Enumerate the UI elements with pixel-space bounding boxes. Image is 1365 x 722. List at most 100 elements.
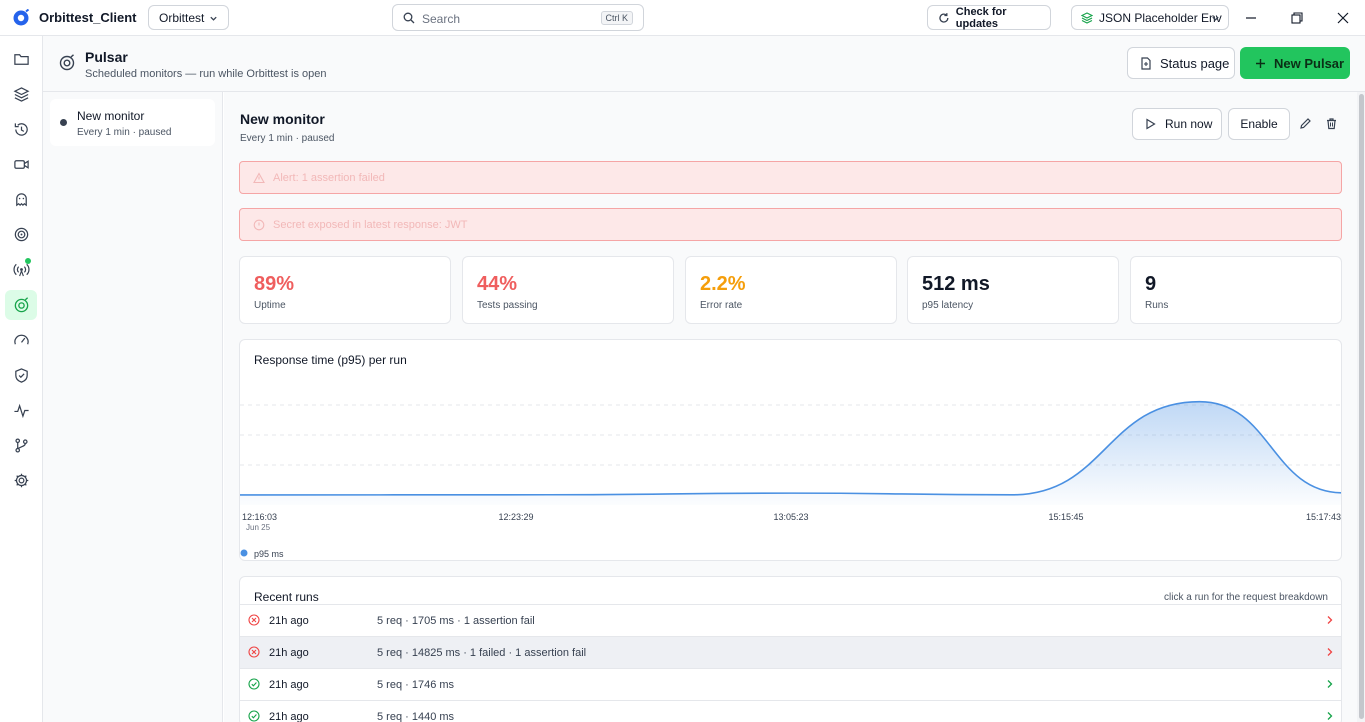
sidebar-item-history[interactable] — [5, 114, 37, 144]
recent-runs: Recent runs click a run for the request … — [239, 576, 1342, 722]
sidebar-item-performance[interactable] — [5, 325, 37, 355]
x-tick-sublabel: Jun 25 — [246, 523, 271, 532]
x-tick-label: 15:17:43 — [1306, 512, 1341, 522]
x-tick-label: 12:16:03 — [242, 512, 277, 522]
x-tick-label: 13:05:23 — [773, 512, 808, 522]
sidebar-item-git[interactable] — [5, 430, 37, 460]
table-row[interactable]: 21h ago 5 req · 1440 ms — [240, 700, 1341, 722]
sidebar-item-settings[interactable] — [5, 465, 37, 495]
recent-runs-hint: click a run for the request breakdown — [1164, 592, 1328, 603]
sidebar-item-recordings[interactable] — [5, 149, 37, 179]
sidebar-item-realtime[interactable] — [5, 254, 37, 284]
search-box[interactable]: Search Ctrl K — [392, 4, 644, 31]
table-row[interactable]: 21h ago 5 req · 1746 ms — [240, 668, 1341, 700]
monitor-detail: New monitor Every 1 min · paused Run now… — [224, 92, 1357, 722]
settings-icon — [14, 473, 28, 487]
sidebar-item-mocks[interactable] — [5, 184, 37, 214]
run-details: 5 req · 14825 ms · 1 failed · 1 assertio… — [377, 647, 587, 659]
check-updates-label: Check for updates — [955, 5, 1007, 30]
enable-button[interactable]: Enable — [1228, 108, 1290, 140]
monitor-list-item[interactable]: New monitor Every 1 min · paused — [50, 99, 215, 146]
status-page-label: Status page — [1160, 55, 1230, 71]
kpi-p95-latency: 512 ms p95 latency — [907, 256, 1119, 324]
environment-name: JSON Placeholder Env — [1099, 10, 1222, 25]
sidebar-item-security[interactable] — [5, 360, 37, 390]
video-icon — [13, 159, 29, 169]
legend-marker — [240, 549, 248, 557]
layers-icon — [1081, 11, 1093, 24]
environment-select[interactable]: JSON Placeholder Env — [1071, 5, 1229, 30]
plus-icon — [1256, 58, 1265, 68]
kpi-label: Uptime — [254, 300, 286, 311]
run-time-ago: 21h ago — [269, 615, 309, 627]
chevron-right-icon — [1327, 648, 1333, 656]
check-updates-button[interactable]: Check for updates — [927, 5, 1051, 30]
sidebar-item-targets[interactable] — [5, 219, 37, 249]
sidebar-item-collections[interactable] — [5, 44, 37, 74]
folder-icon — [13, 53, 29, 65]
orbittest-logo-icon — [13, 9, 30, 26]
chevron-right-icon — [1327, 616, 1333, 624]
sidebar-item-layers[interactable] — [5, 79, 37, 109]
sidebar-rail — [0, 36, 43, 722]
workspace-select[interactable]: Orbittest — [148, 5, 229, 30]
search-placeholder: Search — [422, 12, 461, 26]
chart-canvas: 12:16:03Jun 25 12:23:29 13:05:23 15:15:45 15… — [240, 400, 1341, 559]
sidebar-item-activity[interactable] — [5, 395, 37, 425]
chevron-down-icon — [210, 16, 217, 21]
status-page-button[interactable]: Status page — [1127, 47, 1235, 79]
kpi-tests-passing: 44% Tests passing — [462, 256, 674, 324]
kpi-label: p95 latency — [922, 300, 974, 311]
history-icon — [14, 122, 28, 136]
minimize-icon[interactable] — [1243, 10, 1259, 26]
pass-status-icon — [248, 710, 260, 722]
x-tick-label: 15:15:45 — [1048, 512, 1083, 522]
new-pulsar-label: New Pulsar — [1274, 55, 1345, 71]
refresh-icon — [939, 12, 949, 23]
run-time-ago: 21h ago — [269, 647, 309, 659]
pencil-icon[interactable] — [1299, 117, 1312, 130]
kpi-label: Tests passing — [477, 300, 538, 311]
new-pulsar-button[interactable]: New Pulsar — [1240, 47, 1350, 79]
sidebar-item-pulsar[interactable] — [5, 290, 37, 320]
run-time-ago: 21h ago — [269, 679, 309, 691]
scrollbar-thumb[interactable] — [1359, 94, 1364, 719]
chevron-right-icon — [1327, 712, 1333, 720]
run-now-button[interactable]: Run now — [1132, 108, 1222, 140]
secret-alert: Secret exposed in latest response: JWT — [239, 208, 1342, 241]
fail-status-icon — [248, 646, 260, 661]
monitor-subtitle: Every 1 min · paused — [240, 133, 335, 144]
page-header: Pulsar Scheduled monitors — run while Or… — [43, 36, 1365, 92]
table-row[interactable]: 21h ago 5 req · 14825 ms · 1 failed · 1 a… — [240, 636, 1341, 668]
layers-icon — [13, 86, 29, 102]
chevron-down-icon — [1212, 16, 1219, 21]
git-branch-icon — [14, 437, 28, 453]
monitor-title: New monitor — [240, 111, 325, 127]
ghost-icon — [15, 192, 27, 206]
response-time-chart: Response time (p95) per run 12:16:03 Jun … — [239, 339, 1342, 561]
kpi-value: 44% — [477, 273, 518, 295]
monitor-schedule: Every 1 min · paused — [77, 127, 172, 138]
pulsar-icon — [59, 54, 75, 71]
app-name: Orbittest_Client — [39, 10, 137, 25]
run-time-ago: 21h ago — [269, 711, 309, 722]
page-title: Pulsar — [85, 49, 128, 65]
series-area — [240, 401, 1341, 505]
title-bar: Orbittest_Client Orbittest Search Ctrl K… — [0, 0, 1365, 36]
table-row[interactable]: 21h ago 5 req · 1705 ms · 1 assertion fai… — [240, 604, 1341, 636]
kpi-uptime: 89% Uptime — [239, 256, 451, 324]
run-details: 5 req · 1440 ms — [377, 711, 455, 722]
restore-icon[interactable] — [1289, 10, 1305, 26]
workspace-name: Orbittest — [159, 10, 205, 25]
assertion-alert: Alert: 1 assertion failed — [239, 161, 1342, 194]
trash-icon[interactable] — [1325, 117, 1338, 130]
x-tick-label: 12:23:29 — [498, 512, 533, 522]
monitor-name: New monitor — [77, 109, 145, 123]
secret-alert-text: Secret exposed in latest response: JWT — [273, 218, 468, 231]
run-details: 5 req · 1746 ms — [377, 679, 455, 691]
kpi-label: Runs — [1145, 300, 1169, 311]
run-details: 5 req · 1705 ms · 1 assertion fail — [377, 615, 535, 627]
pulsar-icon — [14, 296, 28, 312]
kpi-value: 9 — [1145, 273, 1157, 295]
close-icon[interactable] — [1335, 10, 1351, 26]
